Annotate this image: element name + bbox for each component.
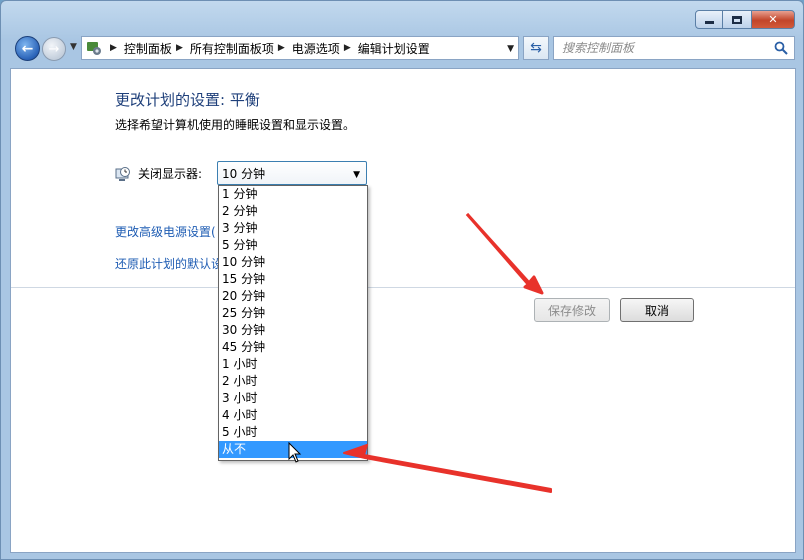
control-panel-window: ✕ ← → ▼ ▶ 控制面板 ▶ 所有控制面板项 ▶ 电源选项 ▶ 编辑计划设置… xyxy=(0,0,804,560)
annotation-arrows xyxy=(343,212,552,493)
annotation-arrow-to-never xyxy=(343,444,552,493)
mouse-pointer-icon xyxy=(288,441,302,467)
